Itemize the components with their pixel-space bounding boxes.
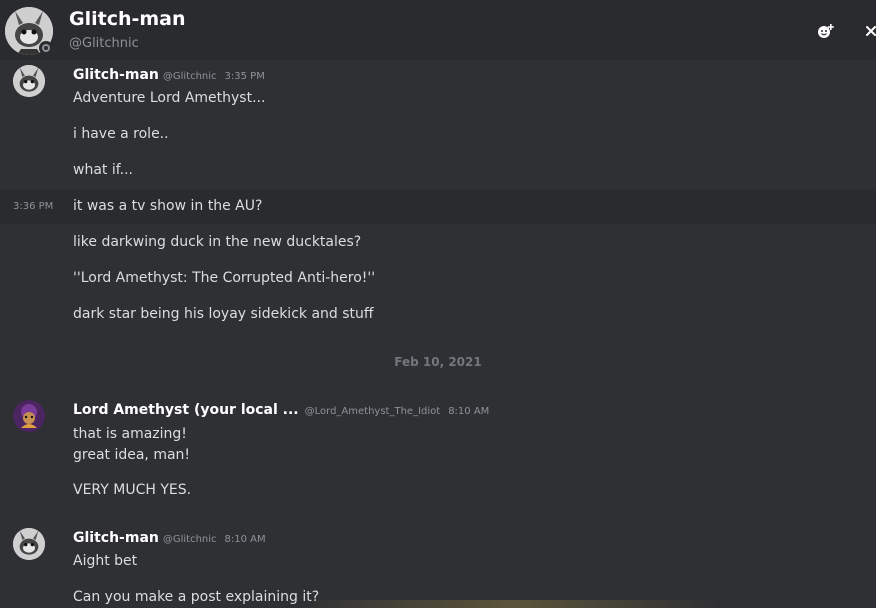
- avatar-icon: [13, 400, 45, 432]
- avatar-icon: [13, 528, 45, 560]
- message-text: like darkwing duck in the new ducktales?: [73, 234, 362, 250]
- message-header: Lord Amethyst (your local ... @Lord_Amet…: [73, 402, 489, 418]
- username[interactable]: Lord Amethyst (your local ...: [73, 402, 299, 418]
- timestamp: 8:10 AM: [224, 534, 266, 545]
- page-title: Glitch-man: [69, 8, 186, 30]
- message-header: Glitch-man @Glitchnic 3:35 PM: [73, 67, 265, 83]
- message-text: dark star being his loyay sidekick and s…: [73, 306, 374, 322]
- username[interactable]: Glitch-man: [73, 67, 159, 83]
- avatar[interactable]: [13, 528, 45, 560]
- smiley-plus-icon[interactable]: [815, 20, 837, 42]
- user-handle: @Glitchnic: [69, 36, 139, 51]
- user-handle: @Lord_Amethyst_The_Idiot: [304, 406, 441, 417]
- user-handle: @Glitchnic: [162, 534, 217, 545]
- close-icon[interactable]: [860, 20, 876, 42]
- message-header: Glitch-man @Glitchnic 8:10 AM: [73, 530, 266, 546]
- message-text: what if...: [73, 162, 133, 178]
- chat-window: Glitch-man @Glitchnic Glitch-man @Glitch…: [0, 0, 876, 608]
- message-text: ''Lord Amethyst: The Corrupted Anti-hero…: [73, 270, 376, 286]
- message-text: i have a role..: [73, 126, 169, 142]
- username[interactable]: Glitch-man: [73, 530, 159, 546]
- date-divider: Feb 10, 2021: [394, 355, 482, 369]
- profile-header: Glitch-man @Glitchnic: [0, 0, 876, 60]
- message-text: that is amazing!: [73, 426, 187, 442]
- message-text: great idea, man!: [73, 447, 191, 463]
- message-text: Adventure Lord Amethyst...: [73, 90, 266, 106]
- timestamp: 3:35 PM: [224, 71, 265, 82]
- avatar[interactable]: [13, 65, 45, 97]
- avatar-icon: [13, 65, 45, 97]
- timestamp: 8:10 AM: [448, 406, 490, 417]
- hover-timestamp: 3:36 PM: [13, 201, 54, 212]
- avatar[interactable]: [13, 400, 45, 432]
- message-text: Can you make a post explaining it?: [73, 589, 320, 605]
- message-text: it was a tv show in the AU?: [73, 198, 263, 214]
- status-indicator: [39, 41, 53, 55]
- user-handle: @Glitchnic: [162, 71, 217, 82]
- composer-edge: [300, 600, 720, 608]
- message-text: Aight bet: [73, 553, 138, 569]
- message-text: VERY MUCH YES.: [73, 482, 192, 498]
